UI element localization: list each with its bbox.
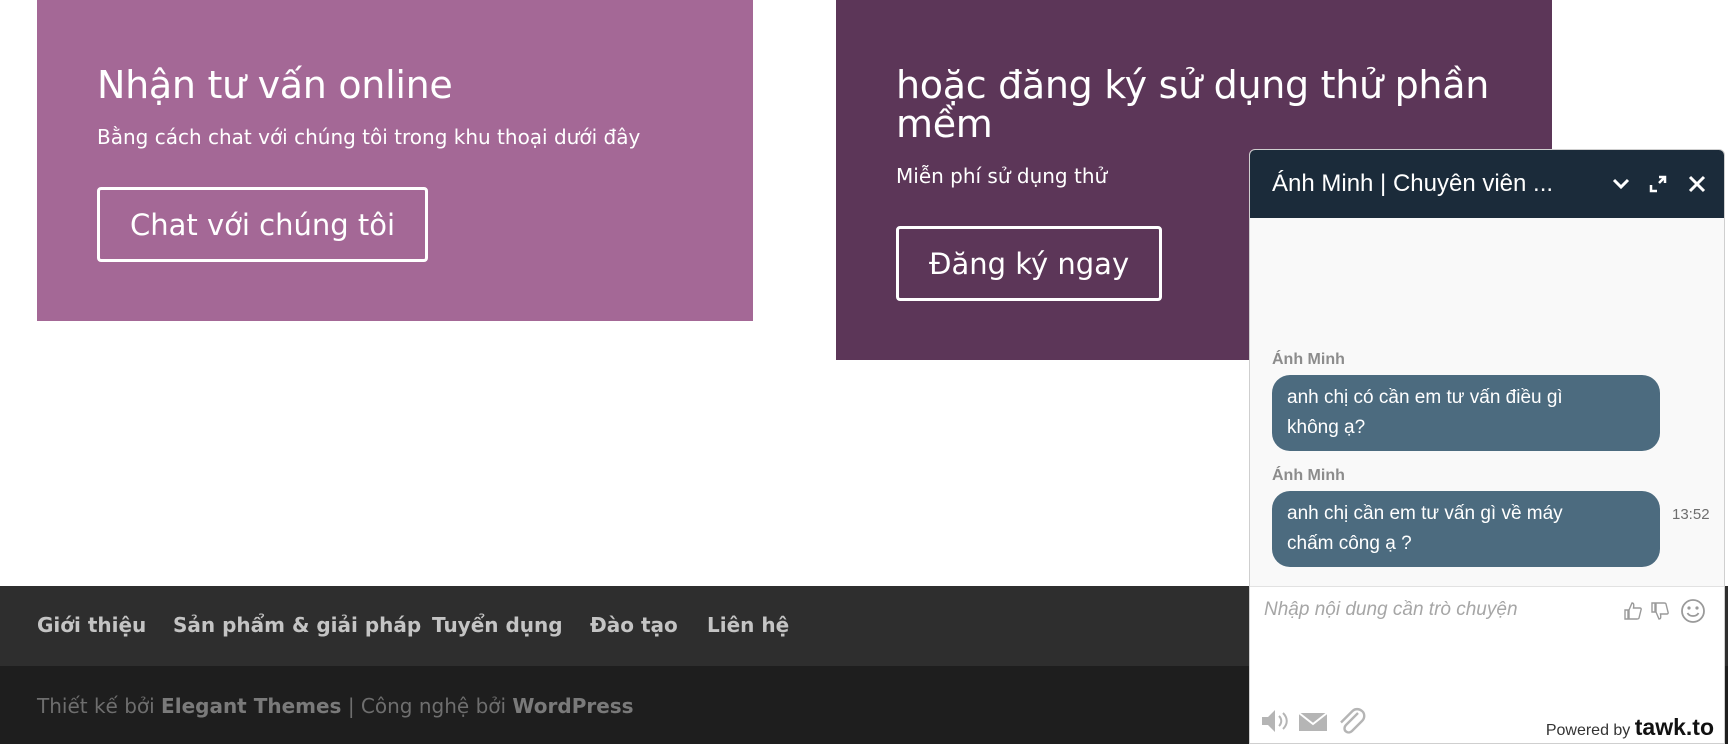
chevron-down-icon[interactable] xyxy=(1604,164,1638,204)
message-list[interactable]: Ánh Minh anh chị có cần em tư vấn điều g… xyxy=(1250,218,1724,586)
credits-separator: | Công nghệ bởi xyxy=(347,694,507,718)
powered-by-label: Powered by xyxy=(1545,722,1631,739)
close-icon[interactable] xyxy=(1680,164,1714,204)
tawk-brand-link[interactable]: tawk.to xyxy=(1635,714,1714,740)
footer-link-products[interactable]: Sản phẩm & giải pháp xyxy=(173,613,421,637)
message-timestamp: 13:52 xyxy=(1672,506,1710,523)
emoji-icon[interactable] xyxy=(1678,596,1708,626)
message-bubble: anh chị cần em tư vấn gì về máy chấm côn… xyxy=(1272,491,1660,567)
footer-credits: Thiết kế bởi Elegant Themes | Công nghệ … xyxy=(37,694,634,718)
chat-agent-title: Ánh Minh | Chuyên viên ... xyxy=(1272,170,1554,197)
trial-subtitle: Miễn phí sử dụng thử xyxy=(896,164,1108,188)
message-line: anh chị có cần em tư vấn điều gì xyxy=(1287,387,1563,408)
register-now-button[interactable]: Đăng ký ngay xyxy=(896,226,1163,301)
consult-panel: Nhận tư vấn online Bằng cách chat với ch… xyxy=(37,0,753,321)
powered-by: Powered by tawk.to xyxy=(1546,714,1714,741)
credits-platform-link[interactable]: WordPress xyxy=(512,694,633,718)
email-icon[interactable] xyxy=(1296,707,1330,737)
message-line: chấm công ạ ? xyxy=(1287,533,1412,554)
message-line: anh chị cần em tư vấn gì về máy xyxy=(1287,503,1563,524)
chat-with-us-button[interactable]: Chat với chúng tôi xyxy=(97,187,429,262)
consult-subtitle: Bằng cách chat với chúng tôi trong khu t… xyxy=(97,125,641,149)
message-composer: Powered by tawk.to xyxy=(1250,586,1724,743)
message-sender: Ánh Minh xyxy=(1272,351,1345,368)
credits-prefix: Thiết kế bởi xyxy=(37,694,155,718)
credits-theme-link[interactable]: Elegant Themes xyxy=(161,694,341,718)
thumbs-up-icon[interactable] xyxy=(1621,599,1645,623)
attachment-icon[interactable] xyxy=(1334,703,1368,739)
trial-title-line1: hoặc đăng ký sử dụng thử phần xyxy=(896,63,1489,107)
thumbs-down-icon[interactable] xyxy=(1648,599,1672,623)
footer-link-contact[interactable]: Liên hệ xyxy=(707,613,789,637)
sound-icon[interactable] xyxy=(1258,705,1292,737)
message-line: không ạ? xyxy=(1287,417,1366,438)
trial-title: hoặc đăng ký sử dụng thử phần mềm xyxy=(896,66,1489,144)
footer-link-training[interactable]: Đào tạo xyxy=(590,613,678,637)
message-sender: Ánh Minh xyxy=(1272,467,1345,484)
chat-widget: Ánh Minh | Chuyên viên ... Ánh Minh anh … xyxy=(1249,149,1725,744)
message-input[interactable] xyxy=(1264,599,1604,639)
footer-link-about[interactable]: Giới thiệu xyxy=(37,613,146,637)
footer-link-careers[interactable]: Tuyển dụng xyxy=(432,613,563,637)
message-bubble: anh chị có cần em tư vấn điều gì không ạ… xyxy=(1272,375,1660,451)
chat-header: Ánh Minh | Chuyên viên ... xyxy=(1250,150,1724,218)
consult-title: Nhận tư vấn online xyxy=(97,63,453,107)
popout-icon[interactable] xyxy=(1641,164,1675,204)
trial-title-line2: mềm xyxy=(896,102,993,146)
